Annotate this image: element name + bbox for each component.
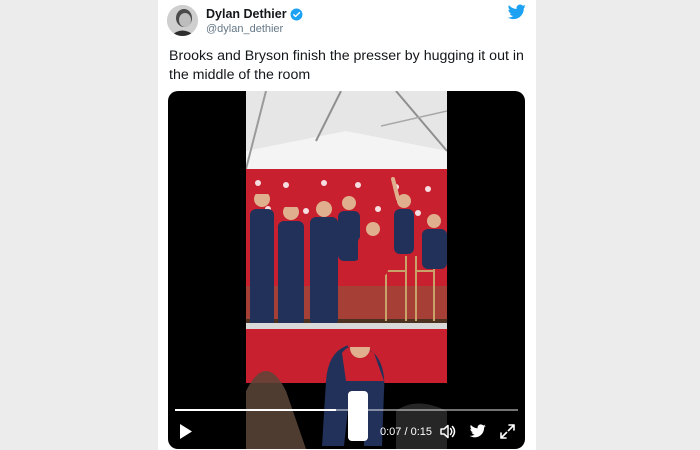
share-twitter-icon[interactable] [469, 424, 486, 439]
avatar[interactable] [167, 5, 198, 36]
video-player[interactable]: 0:07 / 0:15 [168, 91, 525, 449]
display-name[interactable]: Dylan Dethier [206, 7, 287, 21]
time-display: 0:07 / 0:15 [380, 426, 432, 438]
verified-badge-icon [290, 8, 303, 21]
video-frame[interactable] [246, 91, 447, 449]
twitter-bird-icon[interactable] [507, 4, 526, 20]
progress-fill [175, 409, 337, 411]
time-separator: / [401, 426, 411, 438]
tweet-text: Brooks and Bryson finish the presser by … [169, 48, 524, 83]
total-duration: 0:15 [410, 426, 433, 438]
fullscreen-icon[interactable] [500, 424, 516, 439]
elapsed-time: 0:07 [380, 426, 402, 438]
user-handle[interactable]: @dylan_dethier [206, 23, 283, 35]
progress-bar[interactable] [175, 409, 518, 411]
volume-icon[interactable] [440, 424, 456, 439]
play-icon[interactable] [179, 424, 193, 439]
tweet-card: Dylan Dethier @dylan_dethier Brooks and … [158, 0, 536, 450]
author-row: Dylan Dethier [206, 7, 303, 21]
